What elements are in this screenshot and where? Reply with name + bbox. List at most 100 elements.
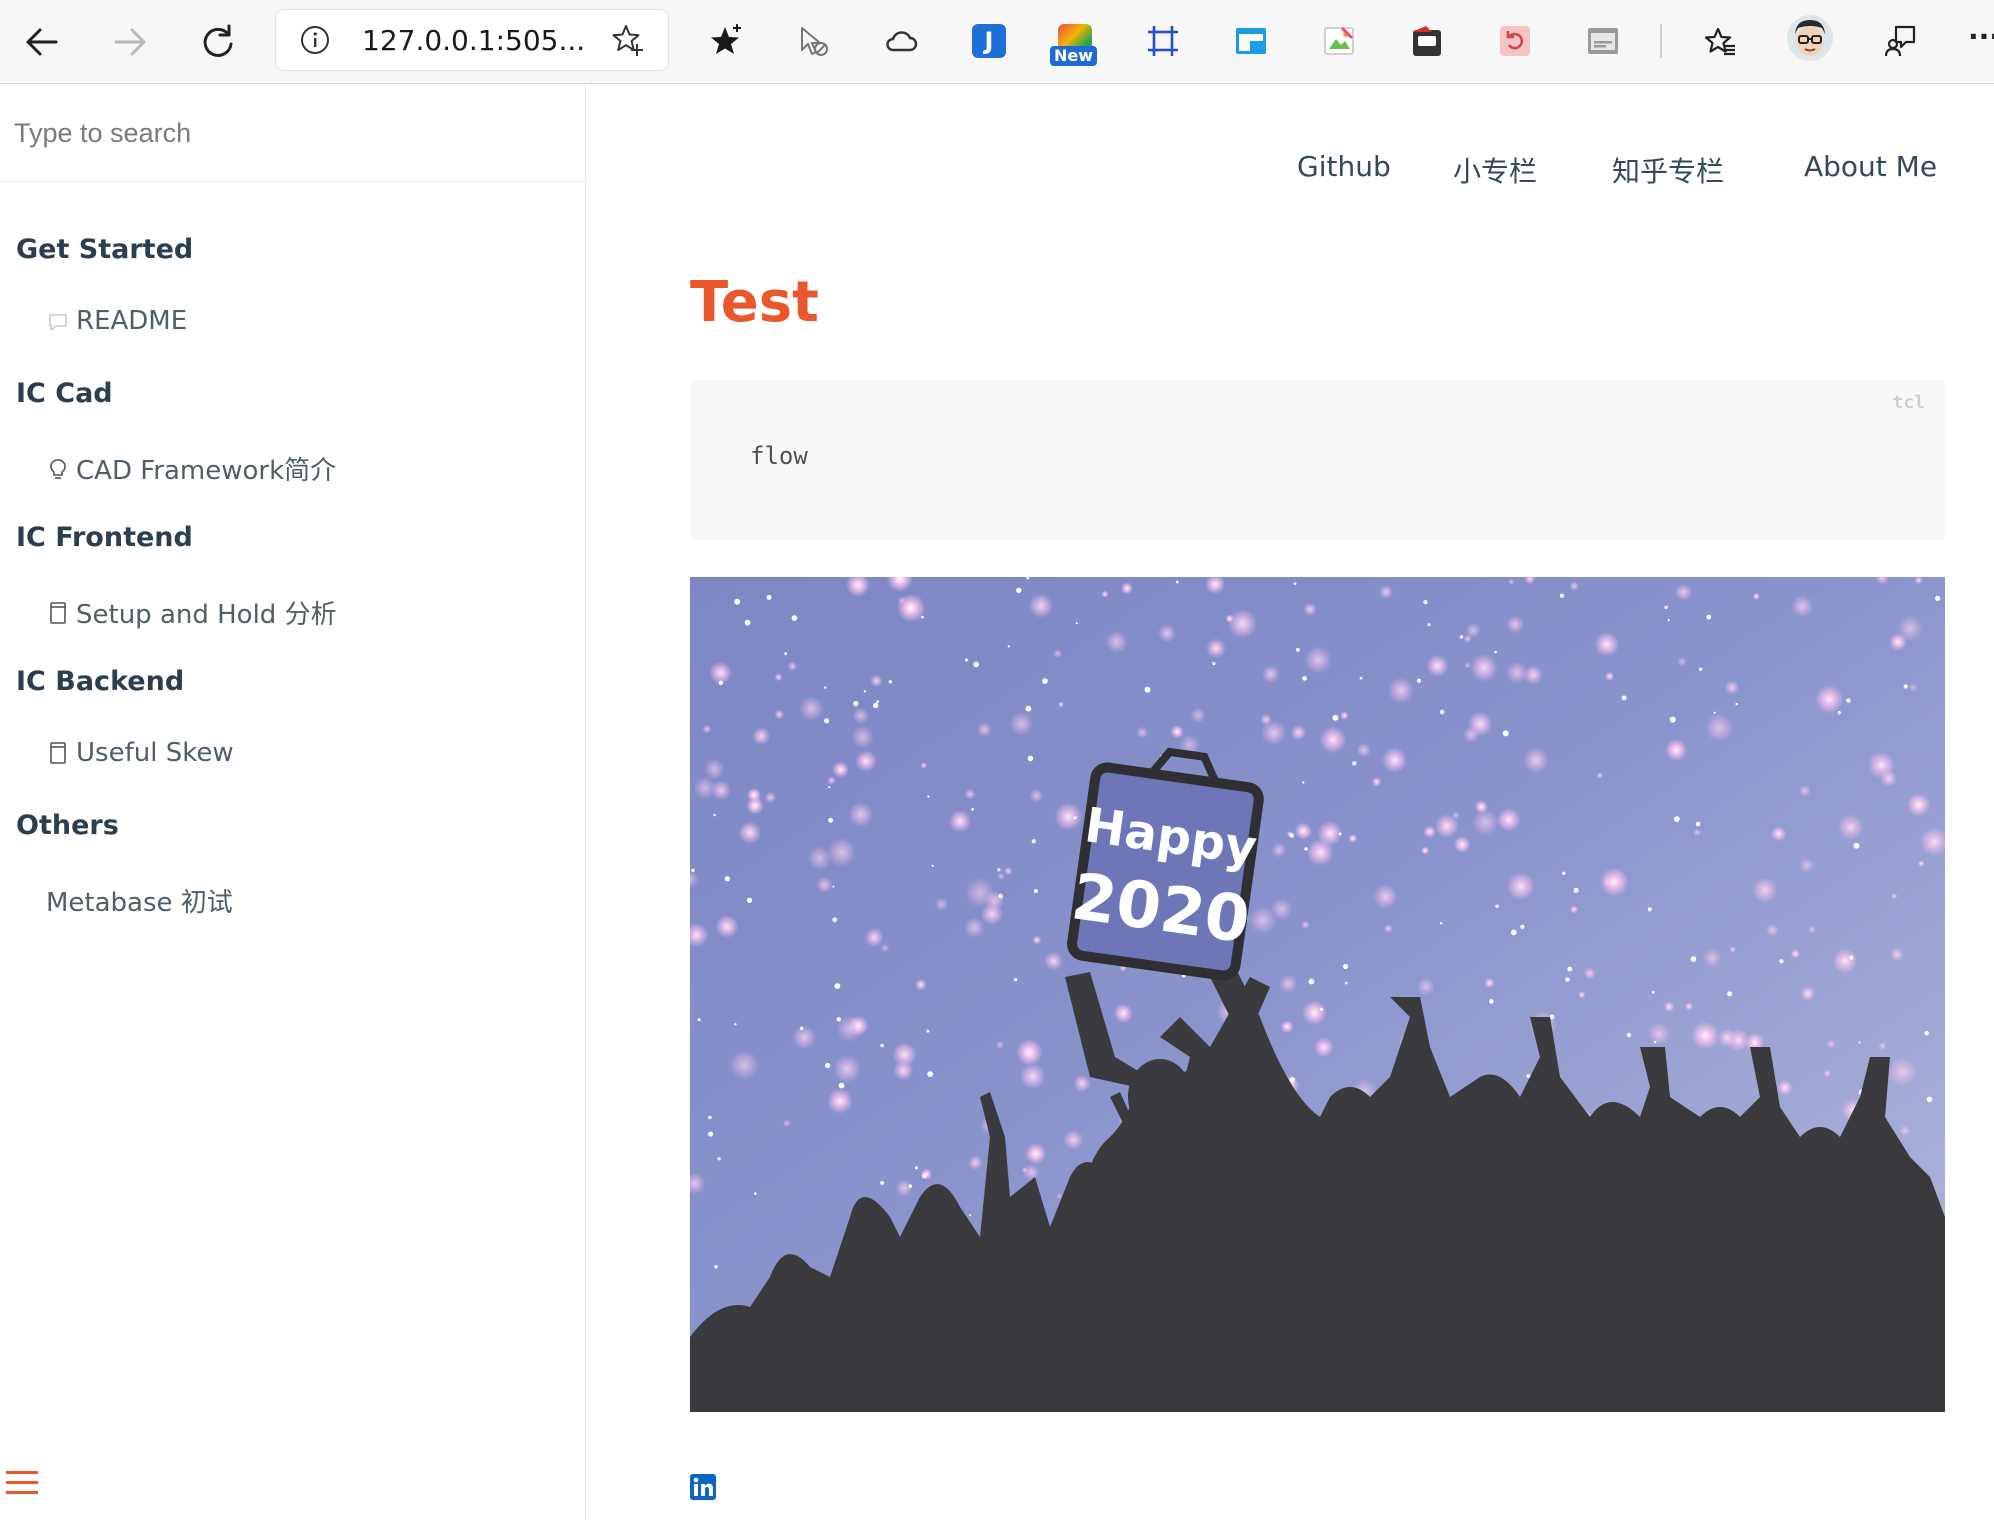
crop-icon[interactable]	[1146, 24, 1180, 58]
sparkle	[774, 709, 785, 720]
sparkle	[1765, 923, 1779, 937]
sparkle	[1313, 1037, 1334, 1058]
sparkle	[1752, 592, 1760, 600]
sparkle	[1279, 974, 1298, 993]
sparkle	[852, 707, 870, 725]
image-icon[interactable]	[1322, 24, 1356, 58]
sparkle	[1506, 615, 1525, 634]
star-dot	[734, 598, 741, 605]
profile-avatar[interactable]	[1786, 14, 1834, 62]
subtitle-icon[interactable]	[1586, 24, 1620, 58]
star-dot	[927, 1071, 934, 1077]
star-dot	[1289, 833, 1294, 838]
star-dot	[1302, 676, 1307, 681]
star-dot	[853, 701, 859, 707]
nav-github[interactable]: Github	[1297, 150, 1391, 183]
star-dot	[880, 1181, 885, 1185]
hamburger-menu-icon[interactable]	[6, 1468, 40, 1498]
star-dot	[969, 1214, 972, 1217]
sparkle	[1823, 1069, 1832, 1078]
sidebar-item-readme[interactable]: README	[46, 306, 187, 336]
sparkle	[798, 696, 824, 722]
code-text: flow	[750, 442, 808, 470]
star-dot	[834, 983, 841, 989]
sidebar-item-cad-framework[interactable]: CAD Framework简介	[46, 450, 336, 487]
sidebar-item-useful-skew[interactable]: Useful Skew	[46, 738, 234, 768]
sidebar-item-metabase[interactable]: Metabase 初试	[46, 882, 233, 919]
sparkle	[1157, 623, 1177, 643]
sparkle	[964, 917, 985, 938]
sparkle	[1387, 677, 1415, 704]
feedback-icon[interactable]	[1884, 24, 1918, 58]
star-dot	[828, 786, 831, 789]
nav-zhihu[interactable]: 知乎专栏	[1612, 150, 1724, 190]
add-favorite-icon[interactable]	[610, 22, 646, 58]
star-dot	[1549, 1014, 1555, 1020]
youtube-extension-icon[interactable]	[1410, 24, 1444, 58]
collections-icon[interactable]	[1702, 24, 1736, 58]
sparkle	[1464, 662, 1471, 669]
search-input[interactable]	[12, 108, 572, 158]
sidebar: Get Started README IC Cad CAD Framework简…	[0, 84, 586, 1520]
sparkle	[1044, 951, 1064, 971]
linkedin-icon[interactable]	[690, 1474, 716, 1500]
sparkle	[851, 725, 874, 749]
star-dot	[876, 700, 879, 704]
nav-about-me[interactable]: About Me	[1804, 150, 1937, 183]
code-block: tcl flow	[690, 380, 1945, 540]
star-dot	[927, 795, 930, 798]
star-dot	[1654, 1040, 1657, 1044]
sparkle	[1032, 935, 1042, 945]
j-extension-icon[interactable]: J	[972, 24, 1006, 58]
sidebar-item-setup-hold[interactable]: Setup and Hold 分析	[46, 594, 337, 631]
sparkle	[1206, 638, 1226, 659]
main-content: Github 小专栏 知乎专栏 About Me Test tcl flow H…	[587, 84, 1994, 1520]
sparkle	[968, 1155, 983, 1171]
sparkle	[1506, 872, 1535, 901]
nav-xiaozhuanlan[interactable]: 小专栏	[1453, 150, 1537, 190]
window-icon[interactable]	[1234, 24, 1268, 58]
sparkle	[1379, 585, 1393, 599]
restore-icon[interactable]	[1498, 24, 1532, 58]
favorites-star-icon[interactable]	[708, 24, 742, 58]
star-dot	[744, 619, 751, 626]
sparkle	[1453, 836, 1471, 853]
star-dot	[746, 897, 752, 903]
sparkle	[1496, 807, 1521, 832]
star-dot	[824, 718, 830, 724]
star-dot	[1338, 832, 1342, 836]
star-dot	[1667, 619, 1670, 622]
star-dot	[1027, 755, 1034, 762]
star-dot	[1713, 711, 1716, 714]
sparkle	[827, 1088, 853, 1114]
more-icon[interactable]: ···	[1968, 20, 1994, 53]
site-info-icon[interactable]	[300, 25, 330, 55]
star-dot	[1926, 1096, 1933, 1103]
sparkle	[1356, 742, 1371, 758]
star-dot	[1296, 648, 1300, 652]
back-arrow-icon	[26, 28, 58, 56]
star-dot	[971, 807, 974, 811]
sparkle	[1280, 1020, 1294, 1033]
url-text[interactable]: 127.0.0.1:505...	[362, 24, 585, 57]
sparkle	[1020, 1063, 1046, 1089]
sparkle	[833, 1055, 861, 1083]
sparkle	[1808, 925, 1817, 934]
forward-button[interactable]	[102, 14, 158, 70]
back-button[interactable]	[14, 14, 70, 70]
sparkle	[1120, 582, 1133, 595]
star-dot	[784, 652, 788, 656]
cursor-icon[interactable]	[796, 24, 830, 58]
sparkle	[848, 802, 874, 828]
star-dot	[1014, 978, 1018, 982]
address-bar[interactable]: 127.0.0.1:505...	[276, 10, 668, 70]
star-dot	[1727, 991, 1732, 997]
star-dot	[1651, 991, 1655, 994]
star-dot	[1695, 821, 1701, 827]
sparkle	[948, 809, 972, 833]
sparkle	[1790, 949, 1801, 959]
cloud-icon[interactable]	[884, 24, 918, 58]
sparkle	[1890, 892, 1898, 900]
sparkle	[1665, 739, 1688, 761]
refresh-button[interactable]	[190, 14, 246, 70]
